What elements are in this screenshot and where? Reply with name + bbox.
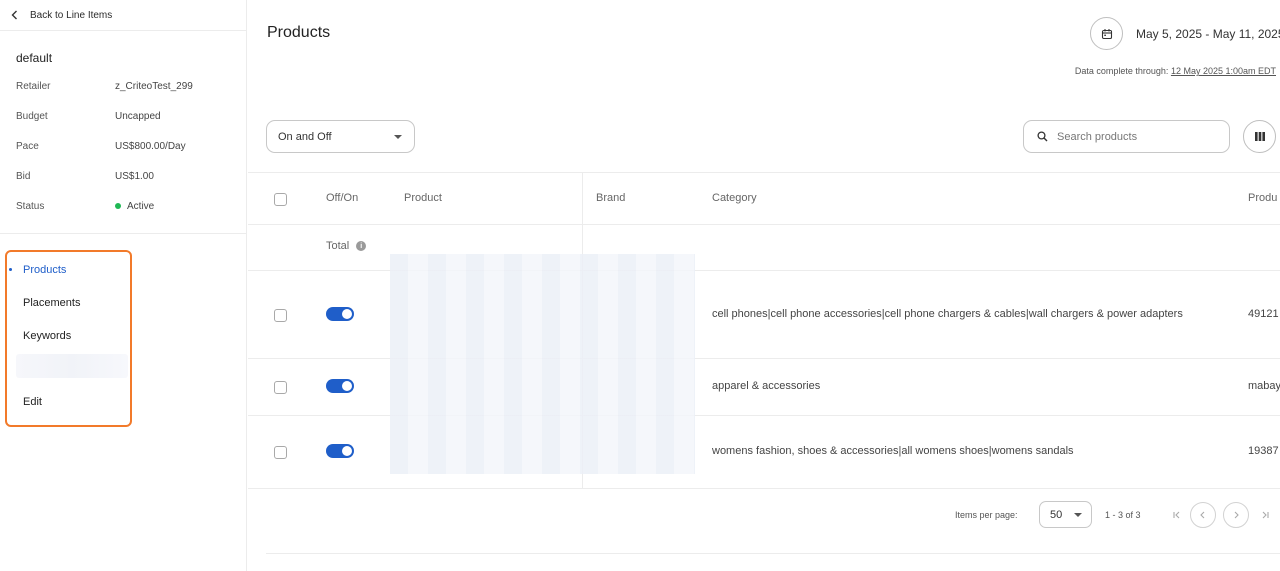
columns-icon [1254, 132, 1265, 141]
items-per-page-select[interactable]: 50 [1039, 501, 1092, 528]
table-border-bottom [248, 488, 1280, 489]
last-page-icon [1262, 511, 1269, 519]
select-all-checkbox[interactable] [274, 193, 287, 206]
status-value: Active [127, 200, 155, 212]
footer-divider [266, 553, 1280, 554]
column-header-brand[interactable]: Brand [596, 192, 625, 204]
table-border-top [248, 172, 1280, 173]
page-range: 1 - 3 of 3 [1105, 510, 1141, 520]
products-table: Off/On Product Brand Category Produ Tota… [248, 172, 1280, 489]
redacted-nav-item [16, 354, 128, 378]
pagination: Items per page: 50 1 - 3 of 3 [248, 500, 1280, 530]
row-product-id: 19387 [1248, 445, 1279, 457]
search-input[interactable] [1057, 130, 1217, 143]
data-complete-note: Data complete through: 12 May 2025 1:00a… [1075, 66, 1276, 76]
first-page-icon [1173, 511, 1180, 519]
sidebar-item-edit[interactable]: Edit [23, 396, 42, 408]
detail-key: Status [16, 200, 45, 212]
sidebar: Back to Line Items default Retailer z_Cr… [0, 0, 247, 571]
search-box[interactable] [1023, 120, 1230, 153]
row-checkbox[interactable] [274, 309, 287, 322]
sidebar-item-products[interactable]: Products [23, 264, 66, 276]
redacted-product-block [390, 254, 695, 474]
row-status-toggle[interactable] [326, 379, 354, 393]
row-product-id: 49121 [1248, 308, 1279, 320]
next-page-button[interactable] [1223, 502, 1249, 528]
chevron-left-icon [11, 10, 17, 20]
date-picker-button[interactable] [1090, 17, 1123, 50]
row-status-toggle[interactable] [326, 444, 354, 458]
detail-row-bid: Bid US$1.00 [16, 161, 236, 191]
data-complete-prefix: Data complete through: [1074, 66, 1169, 76]
line-item-details: Retailer z_CriteoTest_299 Budget Uncappe… [16, 71, 236, 221]
page-title: Products [267, 24, 331, 41]
detail-value: US$1.00 [115, 170, 154, 182]
first-page-button[interactable] [1164, 502, 1190, 528]
detail-row-pace: Pace US$800.00/Day [16, 131, 236, 161]
detail-key: Bid [16, 170, 31, 182]
status-filter-select[interactable]: On and Off [266, 120, 415, 153]
sidebar-divider [0, 233, 246, 234]
calendar-icon [1101, 28, 1112, 39]
status-filter-value: On and Off [278, 130, 332, 143]
sidebar-item-placements[interactable]: Placements [23, 297, 80, 309]
items-per-page-label: Items per page: [955, 510, 1018, 520]
total-label: Total [326, 240, 350, 252]
column-header-category[interactable]: Category [712, 192, 757, 204]
row-status-toggle[interactable] [326, 307, 354, 321]
row-category: womens fashion, shoes & accessories|all … [712, 445, 1074, 457]
detail-row-budget: Budget Uncapped [16, 101, 236, 131]
back-to-line-items-link[interactable]: Back to Line Items [0, 0, 246, 31]
main-content: Products May 5, 2025 - May 11, 2025 Data… [248, 0, 1280, 571]
total-row-label: Total i [326, 240, 367, 252]
detail-row-retailer: Retailer z_CriteoTest_299 [16, 71, 236, 101]
detail-value: Uncapped [115, 110, 161, 122]
items-per-page-value: 50 [1050, 508, 1063, 521]
sidebar-item-keywords[interactable]: Keywords [23, 330, 71, 342]
last-page-button[interactable] [1252, 502, 1278, 528]
line-item-name: default [16, 51, 53, 65]
detail-value: z_CriteoTest_299 [115, 80, 193, 92]
column-header-product[interactable]: Product [404, 192, 442, 204]
search-icon [1037, 131, 1048, 142]
column-header-off-on[interactable]: Off/On [326, 192, 358, 204]
back-label: Back to Line Items [30, 9, 113, 21]
columns-button[interactable] [1243, 120, 1276, 153]
detail-key: Pace [16, 140, 39, 152]
detail-key: Retailer [16, 80, 51, 92]
status-dot-icon [115, 203, 121, 209]
date-range-label[interactable]: May 5, 2025 - May 11, 2025 [1136, 27, 1280, 41]
active-nav-indicator [9, 268, 12, 271]
detail-row-status: Status Active [16, 191, 236, 221]
column-header-product-id[interactable]: Produ [1248, 192, 1277, 204]
detail-value: US$800.00/Day [115, 140, 186, 152]
row-checkbox[interactable] [274, 381, 287, 394]
detail-key: Budget [16, 110, 48, 122]
table-header-divider [248, 224, 1280, 225]
chevron-down-icon [1074, 513, 1082, 517]
data-complete-link[interactable]: 12 May 2025 1:00am EDT [1171, 66, 1276, 76]
previous-page-button[interactable] [1190, 502, 1216, 528]
chevron-right-icon [1234, 511, 1239, 519]
row-category: cell phones|cell phone accessories|cell … [712, 308, 1183, 320]
row-checkbox[interactable] [274, 446, 287, 459]
chevron-down-icon [394, 135, 402, 139]
row-category: apparel & accessories [712, 380, 821, 392]
info-icon[interactable]: i [356, 241, 367, 251]
chevron-left-icon [1200, 511, 1205, 519]
status-badge: Active [115, 201, 154, 212]
row-product-id: mabay [1248, 380, 1280, 392]
